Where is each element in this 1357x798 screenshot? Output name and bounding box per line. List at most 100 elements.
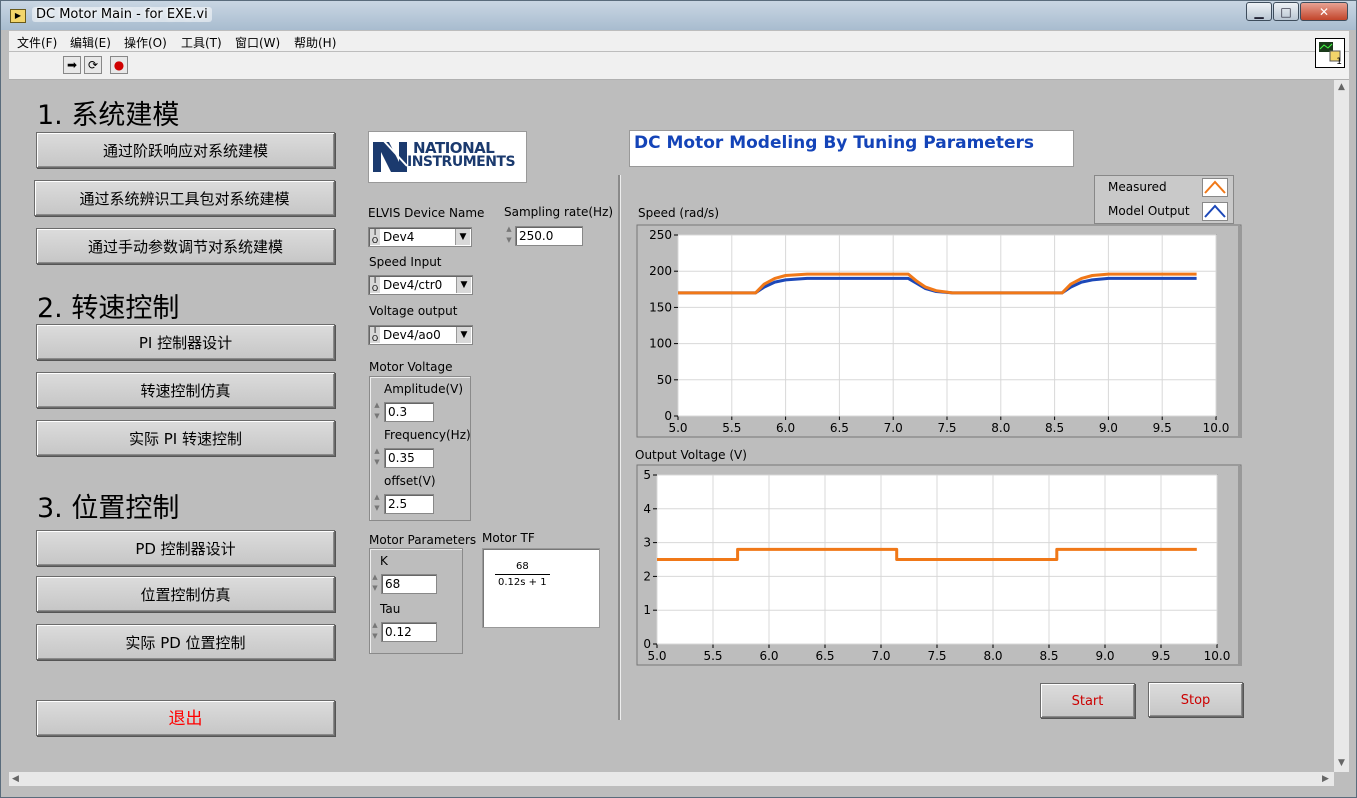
step-response-modeling-button[interactable]: 通过阶跃响应对系统建模 — [36, 132, 335, 168]
offset-input[interactable]: 2.5 — [384, 494, 434, 514]
start-button[interactable]: Start — [1040, 683, 1135, 718]
x-tick-label: 10.0 — [1204, 649, 1231, 663]
position-real-button[interactable]: 实际 PD 位置控制 — [36, 624, 335, 660]
sampling-rate-input[interactable]: 250.0 — [515, 226, 583, 246]
io-icon: IO — [370, 326, 380, 343]
k-spinner-icon[interactable]: ▲ ▼ — [371, 572, 379, 596]
scroll-down-icon[interactable]: ▼ — [1338, 758, 1345, 768]
scroll-up-icon[interactable]: ▲ — [1338, 82, 1345, 92]
title-bar[interactable]: ▶ DC Motor Main - for EXE.vi ▁ □ ✕ — [1, 1, 1356, 30]
speed-graph-frame: 5.0 5.5 6.0 6.5 7.0 7.5 8.0 8.5 9.0 9.5 10.0 0 50 100… — [636, 224, 1244, 440]
maximize-button[interactable]: □ — [1273, 2, 1299, 21]
speed-input-label: Speed Input — [369, 255, 442, 269]
labview-vi-icon: ▶ — [10, 9, 26, 23]
scroll-left-icon[interactable]: ◀ — [12, 774, 19, 784]
graph-frame-shadow — [1238, 466, 1242, 666]
speed-input-value: Dev4/ctr0 — [383, 278, 443, 292]
motor-tf-display: 68 0.12s + 1 — [482, 548, 600, 628]
y-tick-label: 200 — [649, 264, 672, 278]
x-tick-label: 7.5 — [927, 649, 946, 663]
voltage-output-label: Voltage output — [369, 304, 458, 318]
legend-measured-swatch[interactable] — [1202, 178, 1228, 197]
k-input[interactable]: 68 — [381, 574, 437, 594]
y-tick-label: 5 — [643, 468, 651, 482]
graph-frame-shadow — [1238, 226, 1242, 438]
x-tick-label: 5.5 — [703, 649, 722, 663]
frequency-spinner-icon[interactable]: ▲ ▼ — [373, 446, 381, 470]
x-tick-label: 5.0 — [647, 649, 666, 663]
x-tick-label: 9.5 — [1153, 421, 1172, 435]
scroll-right-icon[interactable]: ▶ — [1322, 774, 1329, 784]
menu-file[interactable]: 文件(F) — [17, 34, 57, 51]
x-tick-label: 5.5 — [722, 421, 741, 435]
sampling-rate-spinner-icon[interactable]: ▲ ▼ — [505, 224, 513, 248]
offset-spinner-icon[interactable]: ▲ ▼ — [373, 492, 381, 516]
close-button[interactable]: ✕ — [1300, 2, 1348, 21]
menu-operate[interactable]: 操作(O) — [124, 34, 167, 51]
x-tick-label: 9.0 — [1099, 421, 1118, 435]
amplitude-spinner-icon[interactable]: ▲ ▼ — [373, 400, 381, 424]
x-tick-label: 7.0 — [871, 649, 890, 663]
chevron-down-icon[interactable]: ▼ — [456, 327, 471, 343]
voltage-graph-label: Output Voltage (V) — [635, 448, 747, 462]
vertical-scrollbar[interactable]: ▲ ▼ — [1334, 80, 1349, 772]
horizontal-scrollbar[interactable]: ◀ ▶ — [9, 772, 1334, 786]
chevron-down-icon[interactable]: ▼ — [456, 277, 471, 293]
tf-fraction-bar — [495, 574, 550, 575]
menu-bar: 文件(F) 编辑(E) 操作(O) 工具(T) 窗口(W) 帮助(H) — [9, 31, 1349, 51]
tau-input[interactable]: 0.12 — [381, 622, 437, 642]
frequency-label: Frequency(Hz) — [384, 428, 471, 442]
speed-sim-button[interactable]: 转速控制仿真 — [36, 372, 335, 408]
x-tick-label: 6.5 — [830, 421, 849, 435]
speed-graph[interactable]: 5.0 5.5 6.0 6.5 7.0 7.5 8.0 8.5 9.0 9.5 10.0 0 50 100… — [636, 224, 1244, 440]
header-title: DC Motor Modeling By Tuning Parameters — [629, 130, 1074, 167]
motor-voltage-label: Motor Voltage — [369, 360, 453, 374]
voltage-output-select[interactable]: IO Dev4/ao0 ▼ — [368, 325, 473, 345]
chevron-down-icon[interactable]: ▼ — [455, 229, 470, 245]
x-tick-label: 8.5 — [1045, 421, 1064, 435]
frequency-input[interactable]: 0.35 — [384, 448, 434, 468]
tau-spinner-icon[interactable]: ▲ ▼ — [371, 620, 379, 644]
motor-tf-label: Motor TF — [482, 531, 535, 545]
elvis-device-select[interactable]: IO Dev4 ▼ — [368, 227, 472, 247]
speed-input-select[interactable]: IO Dev4/ctr0 ▼ — [368, 275, 473, 295]
pd-design-button[interactable]: PD 控制器设计 — [36, 530, 335, 566]
y-tick-label: 50 — [657, 373, 672, 387]
menu-window[interactable]: 窗口(W) — [235, 34, 280, 51]
menu-tools[interactable]: 工具(T) — [181, 34, 222, 51]
exit-button[interactable]: 退出 — [36, 700, 335, 736]
x-tick-label: 6.0 — [759, 649, 778, 663]
sysid-modeling-button[interactable]: 通过系统辨识工具包对系统建模 — [34, 180, 335, 216]
menu-help[interactable]: 帮助(H) — [294, 34, 336, 51]
minimize-button[interactable]: ▁ — [1246, 2, 1272, 21]
sampling-rate-label: Sampling rate(Hz) — [504, 205, 614, 219]
x-tick-label: 8.5 — [1039, 649, 1058, 663]
voltage-graph[interactable]: 5.0 5.5 6.0 6.5 7.0 7.5 8.0 8.5 9.0 9.5 10.0 0 1 2 3 4 5 — [636, 464, 1244, 668]
y-tick-label: 0 — [643, 637, 651, 651]
ni-logo-line2: INSTRUMENTS — [407, 154, 516, 170]
io-icon: IO — [370, 276, 380, 293]
stop-button[interactable]: Stop — [1148, 682, 1243, 717]
run-continuously-icon[interactable]: ⟳ — [84, 56, 102, 74]
menu-edit[interactable]: 编辑(E) — [70, 34, 111, 51]
speed-real-button[interactable]: 实际 PI 转速控制 — [36, 420, 335, 456]
abort-icon[interactable]: ● — [110, 56, 128, 74]
run-icon[interactable]: ➡ — [63, 56, 81, 74]
x-tick-label: 9.5 — [1151, 649, 1170, 663]
legend-model-swatch[interactable] — [1202, 202, 1228, 221]
tf-numerator: 68 — [516, 561, 529, 572]
manual-tuning-modeling-button[interactable]: 通过手动参数调节对系统建模 — [36, 228, 335, 264]
motor-parameters-label: Motor Parameters — [369, 533, 477, 547]
y-tick-label: 0 — [664, 409, 672, 423]
position-sim-button[interactable]: 位置控制仿真 — [36, 576, 335, 612]
y-tick-label: 2 — [643, 569, 651, 583]
x-tick-label: 6.5 — [815, 649, 834, 663]
y-tick-label: 100 — [649, 337, 672, 351]
y-tick-label: 1 — [643, 603, 651, 617]
x-tick-label: 8.0 — [983, 649, 1002, 663]
plot-legend[interactable]: Measured Model Output — [1094, 175, 1234, 224]
pi-design-button[interactable]: PI 控制器设计 — [36, 324, 335, 360]
amplitude-input[interactable]: 0.3 — [384, 402, 434, 422]
y-tick-label: 250 — [649, 228, 672, 242]
offset-label: offset(V) — [384, 474, 436, 488]
